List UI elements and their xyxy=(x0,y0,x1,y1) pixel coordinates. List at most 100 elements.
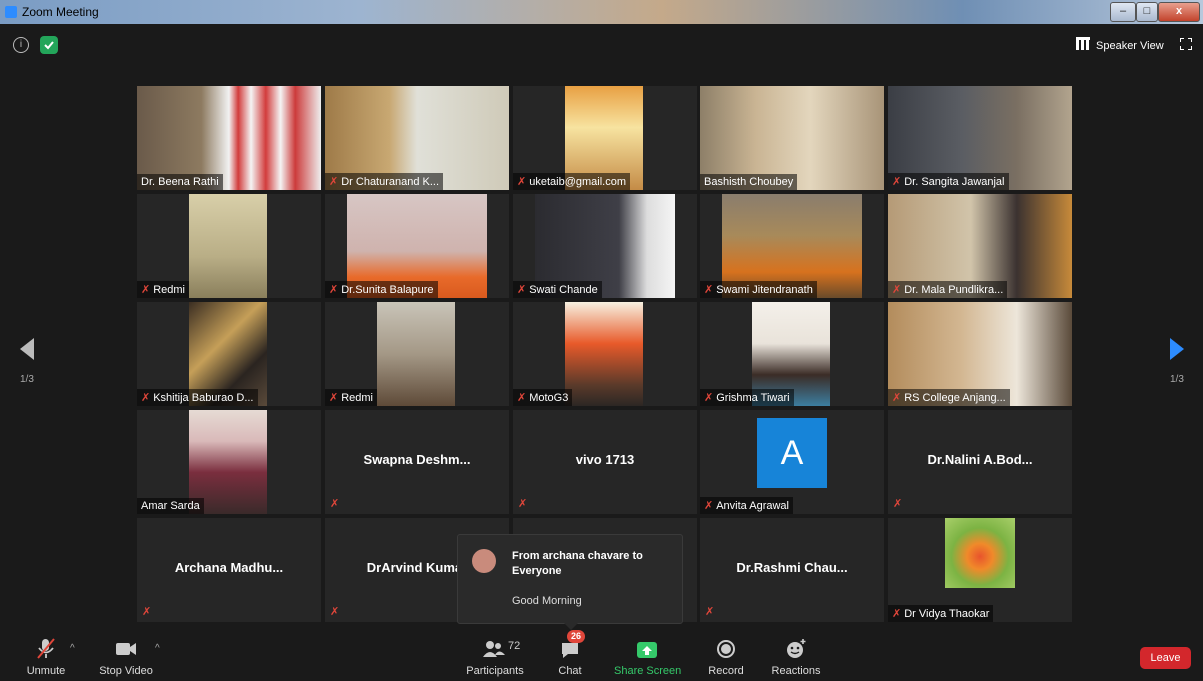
zoom-app-icon xyxy=(5,6,17,18)
next-page-nav[interactable]: 1/3 xyxy=(1170,338,1184,385)
participant-tile[interactable]: ✗ Dr.Sunita Balapure xyxy=(325,194,509,298)
participant-name: ✗ Anvita Agrawal xyxy=(700,497,793,514)
participant-name: ✗ RS College Anjang... xyxy=(888,389,1010,406)
chat-button[interactable]: 26 Chat xyxy=(553,630,587,677)
participant-tile-active-speaker[interactable]: Bashisth Choubey xyxy=(700,86,884,190)
participant-tile[interactable]: ✗ Swami Jitendranath xyxy=(700,194,884,298)
video-options-caret-icon[interactable]: ^ xyxy=(155,643,160,654)
participant-display-name: Dr.Rashmi Chau... xyxy=(736,560,848,575)
participant-name: ✗ MotoG3 xyxy=(513,389,573,406)
participant-tile[interactable]: ✗ Grishma Tiwari xyxy=(700,302,884,406)
stop-video-button[interactable]: Stop Video xyxy=(98,633,154,677)
muted-mic-icon: ✗ xyxy=(517,176,527,188)
participant-name: ✗ Dr. Sangita Jawanjal xyxy=(888,173,1009,190)
participant-name: ✗ Swati Chande xyxy=(513,281,602,298)
muted-mic-icon: ✗ xyxy=(141,284,151,296)
participant-tile[interactable]: A ✗ Anvita Agrawal xyxy=(700,410,884,514)
chat-sender-line: From archana chavare to Everyone xyxy=(512,550,643,577)
sender-avatar xyxy=(472,549,496,573)
participant-display-name: vivo 1713 xyxy=(575,452,635,467)
maximize-button[interactable]: □ xyxy=(1136,2,1158,22)
security-shield-icon[interactable] xyxy=(40,36,58,54)
participant-tile[interactable]: Swapna Deshm... ✗ xyxy=(325,410,509,514)
chat-unread-badge: 26 xyxy=(567,630,586,643)
muted-mic-icon: ✗ xyxy=(330,498,340,510)
muted-mic-icon: ✗ xyxy=(517,392,527,404)
participant-name: ✗ Grishma Tiwari xyxy=(700,389,794,406)
page-indicator-left: 1/3 xyxy=(20,374,34,385)
participant-tile[interactable]: ✗ Dr Vidya Thaokar xyxy=(888,518,1072,622)
muted-mic-icon: ✗ xyxy=(892,608,902,620)
minimize-button[interactable]: – xyxy=(1110,2,1136,22)
participant-tile[interactable]: Dr. Beena Rathi xyxy=(137,86,321,190)
participant-name: ✗ Dr. Mala Pundlikra... xyxy=(888,281,1008,298)
muted-mic-icon: ✗ xyxy=(330,606,340,618)
participant-tile[interactable]: ✗ Swati Chande xyxy=(513,194,697,298)
muted-mic-icon: ✗ xyxy=(329,284,339,296)
popup-tip xyxy=(564,623,578,630)
view-label: Speaker View xyxy=(1096,40,1164,52)
participant-name: Dr. Beena Rathi xyxy=(137,174,223,190)
fullscreen-icon[interactable] xyxy=(1180,38,1192,50)
leave-meeting-button[interactable]: Leave xyxy=(1140,647,1191,669)
participant-tile[interactable]: ✗ Dr. Mala Pundlikra... xyxy=(888,194,1072,298)
close-button[interactable]: x xyxy=(1158,2,1200,22)
participants-icon xyxy=(483,641,505,657)
next-page-arrow-icon[interactable] xyxy=(1170,338,1184,360)
participant-name: Amar Sarda xyxy=(137,498,204,514)
chat-notification-popup[interactable]: From archana chavare to Everyone Good Mo… xyxy=(457,534,683,630)
muted-mic-icon: ✗ xyxy=(329,392,339,404)
participant-video xyxy=(377,302,455,406)
participant-tile[interactable]: ✗ Kshitija Baburao D... xyxy=(137,302,321,406)
record-button[interactable]: Record xyxy=(706,633,746,677)
participant-tile[interactable]: ✗ Redmi xyxy=(325,302,509,406)
prev-page-arrow-icon[interactable] xyxy=(20,338,34,360)
camera-icon xyxy=(116,643,136,655)
participant-display-name: Dr.Nalini A.Bod... xyxy=(927,452,1033,467)
muted-mic-icon: ✗ xyxy=(704,284,714,296)
participant-tile[interactable]: ✗ RS College Anjang... xyxy=(888,302,1072,406)
reactions-button[interactable]: Reactions xyxy=(770,633,822,677)
muted-mic-icon: ✗ xyxy=(892,176,902,188)
meeting-info-icon[interactable]: i xyxy=(13,37,29,53)
participant-tile[interactable]: Dr.Rashmi Chau... ✗ xyxy=(700,518,884,622)
participant-tile[interactable]: Amar Sarda xyxy=(137,410,321,514)
speaker-view-button[interactable]: Speaker View xyxy=(1076,37,1164,52)
share-screen-label: Share Screen xyxy=(614,665,682,677)
window-title: Zoom Meeting xyxy=(22,5,99,19)
window-titlebar: Zoom Meeting – □ x xyxy=(0,0,1203,24)
participant-name: ✗ Dr.Sunita Balapure xyxy=(325,281,438,298)
gallery-grid-icon xyxy=(1076,37,1090,50)
participant-tile[interactable]: vivo 1713 ✗ xyxy=(513,410,697,514)
participants-button[interactable]: 72 Participants xyxy=(466,633,524,677)
participant-video xyxy=(189,194,267,298)
participant-tile[interactable]: ✗ Dr. Sangita Jawanjal xyxy=(888,86,1072,190)
muted-mic-icon: ✗ xyxy=(704,392,714,404)
participant-name: ✗ Redmi xyxy=(137,281,190,298)
meeting-toolbar: Unmute ^ Stop Video ^ 72 Participants 26… xyxy=(0,630,1203,681)
participant-tile[interactable]: ✗ Redmi xyxy=(137,194,321,298)
participant-display-name: Swapna Deshm... xyxy=(363,452,471,467)
chat-message-text: Good Morning xyxy=(512,595,582,607)
prev-page-nav[interactable]: 1/3 xyxy=(20,338,34,385)
participant-tile[interactable]: ✗ MotoG3 xyxy=(513,302,697,406)
page-indicator-right: 1/3 xyxy=(1170,374,1184,385)
muted-mic-icon: ✗ xyxy=(141,392,151,404)
participant-tile[interactable]: ✗ Dr Chaturanand K... xyxy=(325,86,509,190)
participant-display-name: Archana Madhu... xyxy=(174,560,284,575)
participant-name: ✗ Redmi xyxy=(325,389,378,406)
participant-name: ✗ Swami Jitendranath xyxy=(700,281,817,298)
participant-name: Bashisth Choubey xyxy=(700,174,798,190)
participant-tile[interactable]: Archana Madhu... ✗ xyxy=(137,518,321,622)
share-screen-button[interactable]: Share Screen xyxy=(614,633,682,677)
participant-tile[interactable]: ✗ uketaib@gmail.com xyxy=(513,86,697,190)
unmute-label: Unmute xyxy=(26,665,66,677)
muted-mic-icon: ✗ xyxy=(892,284,902,296)
audio-options-caret-icon[interactable]: ^ xyxy=(70,643,75,654)
participant-tile[interactable]: Dr.Nalini A.Bod... ✗ xyxy=(888,410,1072,514)
muted-mic-icon: ✗ xyxy=(892,392,902,404)
participant-video xyxy=(945,518,1015,588)
unmute-button[interactable]: Unmute xyxy=(24,633,68,677)
participant-avatar: A xyxy=(757,418,827,488)
participant-name: ✗ Dr Vidya Thaokar xyxy=(888,605,994,622)
